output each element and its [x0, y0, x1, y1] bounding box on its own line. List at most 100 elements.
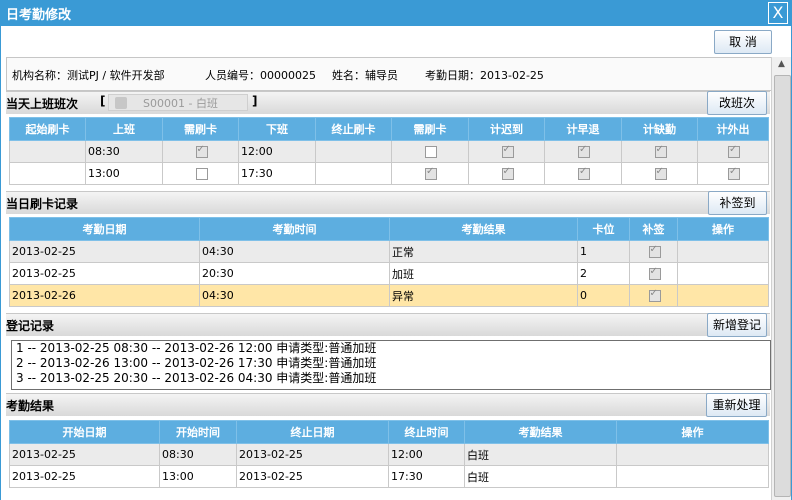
on-duty-cell: 13:00 — [85, 162, 163, 185]
start-time-cell: 13:00 — [159, 465, 237, 488]
result-cell: 加班 — [389, 262, 578, 285]
date-cell: 2013-02-26 — [9, 284, 200, 307]
list-item[interactable]: 2 -- 2013-02-26 13:00 -- 2013-02-26 17:3… — [12, 356, 770, 371]
operation-cell — [677, 262, 769, 285]
employee-name-label: 姓名：辅导员 — [332, 69, 398, 82]
count-early-checkbox[interactable] — [578, 144, 590, 158]
col-count-early: 计早退 — [544, 117, 622, 141]
result-cell: 正常 — [389, 240, 578, 263]
scroll-up-icon[interactable]: ▲ — [775, 59, 788, 72]
end-time-cell: 17:30 — [388, 465, 465, 488]
need-card-checkbox[interactable] — [195, 144, 208, 158]
shift-select[interactable]: S00001 - 白班 — [108, 94, 248, 111]
end-date-cell: 2013-02-25 — [236, 465, 389, 488]
col-need-card-2: 需刷卡 — [391, 117, 469, 141]
col-count-late: 计迟到 — [468, 117, 545, 141]
supplement-checkbox[interactable] — [648, 266, 661, 280]
employee-number-label: 人员编号：00000025 — [205, 69, 316, 82]
table-row[interactable]: 2013-02-25 20:30 加班 2 — [9, 262, 769, 285]
col-need-card-1: 需刷卡 — [162, 117, 239, 141]
supplement-checkbox[interactable] — [648, 288, 661, 302]
results-section-title: 考勤结果 — [6, 399, 55, 413]
result-cell: 白班 — [464, 465, 617, 488]
count-absent-checkbox[interactable] — [654, 144, 667, 158]
start-time-cell: 08:30 — [159, 443, 237, 466]
col-result: 考勤结果 — [464, 420, 617, 444]
shift-table-header: 起始刷卡 上班 需刷卡 下班 终止刷卡 需刷卡 计迟到 计早退 计缺勤 计外出 — [9, 117, 769, 141]
cancel-button[interactable]: 取 消 — [714, 30, 772, 54]
slot-cell: 1 — [577, 240, 630, 263]
change-shift-button[interactable]: 改班次 — [707, 91, 767, 115]
count-out-checkbox[interactable] — [728, 166, 740, 180]
table-row[interactable]: 2013-02-25 04:30 正常 1 — [9, 240, 769, 263]
operation-cell — [677, 240, 769, 263]
results-table: 开始日期 开始时间 终止日期 终止时间 考勤结果 操作 2013-02-25 0… — [9, 420, 769, 488]
title-bar: 日考勤修改 X — [0, 0, 792, 26]
need-card-checkbox[interactable] — [425, 166, 437, 180]
off-duty-cell: 12:00 — [238, 140, 316, 163]
time-cell: 20:30 — [199, 262, 390, 285]
col-date: 考勤日期 — [9, 217, 200, 241]
registration-list[interactable]: 1 -- 2013-02-25 08:30 -- 2013-02-26 12:0… — [11, 340, 771, 390]
scroll-thumb[interactable] — [774, 75, 791, 497]
add-registration-button[interactable]: 新增登记 — [707, 313, 767, 337]
time-cell: 04:30 — [199, 240, 390, 263]
vertical-scrollbar[interactable]: ▲ — [771, 57, 791, 500]
on-duty-cell: 08:30 — [85, 140, 163, 163]
col-supplement: 补签 — [629, 217, 678, 241]
table-row-highlighted[interactable]: 2013-02-26 04:30 异常 0 — [9, 284, 769, 307]
col-count-out: 计外出 — [697, 117, 769, 141]
start-date-cell: 2013-02-25 — [9, 465, 160, 488]
col-end-time: 终止时间 — [388, 420, 465, 444]
count-late-checkbox[interactable] — [501, 144, 514, 158]
result-cell: 异常 — [389, 284, 578, 307]
shift-value: S00001 - 白班 — [143, 97, 218, 110]
end-date-cell: 2013-02-25 — [236, 443, 389, 466]
attendance-date-label: 考勤日期：2013-02-25 — [425, 69, 544, 82]
table-row[interactable]: 2013-02-25 13:00 2013-02-25 17:30 白班 — [9, 465, 769, 488]
col-result: 考勤结果 — [389, 217, 578, 241]
col-count-absent: 计缺勤 — [621, 117, 698, 141]
card-table-header: 考勤日期 考勤时间 考勤结果 卡位 补签 操作 — [9, 217, 769, 241]
operation-cell — [677, 284, 769, 307]
col-slot: 卡位 — [577, 217, 630, 241]
col-time: 考勤时间 — [199, 217, 390, 241]
supplement-checkbox[interactable] — [648, 244, 661, 258]
shift-bracket-close: ] — [252, 94, 258, 108]
date-cell: 2013-02-25 — [9, 240, 200, 263]
off-duty-cell: 17:30 — [238, 162, 316, 185]
need-card-checkbox[interactable] — [195, 168, 208, 180]
end-card-cell — [315, 140, 392, 163]
results-section-bar — [6, 393, 770, 416]
count-late-checkbox[interactable] — [501, 166, 514, 180]
shift-table: 起始刷卡 上班 需刷卡 下班 终止刷卡 需刷卡 计迟到 计早退 计缺勤 计外出 … — [9, 117, 769, 185]
col-start-date: 开始日期 — [9, 420, 160, 444]
time-cell: 04:30 — [199, 284, 390, 307]
register-section-bar — [6, 313, 770, 336]
shift-bracket-open: [ — [100, 94, 106, 108]
info-bar: 机构名称：测试PJ / 软件开发部 人员编号：00000025 姓名：辅导员 考… — [6, 57, 772, 91]
table-row: 08:30 12:00 — [9, 140, 769, 163]
close-button[interactable]: X — [768, 2, 788, 24]
window-title: 日考勤修改 — [6, 8, 72, 23]
count-out-checkbox[interactable] — [728, 144, 740, 158]
result-cell: 白班 — [464, 443, 617, 466]
shift-icon — [115, 97, 127, 109]
col-on-duty: 上班 — [85, 117, 163, 141]
list-item[interactable]: 1 -- 2013-02-25 08:30 -- 2013-02-26 12:0… — [12, 341, 770, 356]
col-start-time: 开始时间 — [159, 420, 237, 444]
need-card-checkbox[interactable] — [425, 146, 437, 158]
table-row[interactable]: 2013-02-25 08:30 2013-02-25 12:00 白班 — [9, 443, 769, 466]
card-section-title: 当日刷卡记录 — [6, 197, 79, 211]
list-item[interactable]: 3 -- 2013-02-25 20:30 -- 2013-02-26 04:3… — [12, 371, 770, 386]
col-start-card: 起始刷卡 — [9, 117, 86, 141]
reprocess-button[interactable]: 重新处理 — [706, 393, 767, 417]
card-records-table: 考勤日期 考勤时间 考勤结果 卡位 补签 操作 2013-02-25 04:30… — [9, 217, 769, 307]
count-early-checkbox[interactable] — [578, 166, 590, 180]
slot-cell: 0 — [577, 284, 630, 307]
start-card-cell — [9, 162, 86, 185]
table-row: 13:00 17:30 — [9, 162, 769, 185]
supplement-checkin-button[interactable]: 补签到 — [708, 191, 767, 215]
col-end-card: 终止刷卡 — [315, 117, 392, 141]
count-absent-checkbox[interactable] — [654, 166, 667, 180]
